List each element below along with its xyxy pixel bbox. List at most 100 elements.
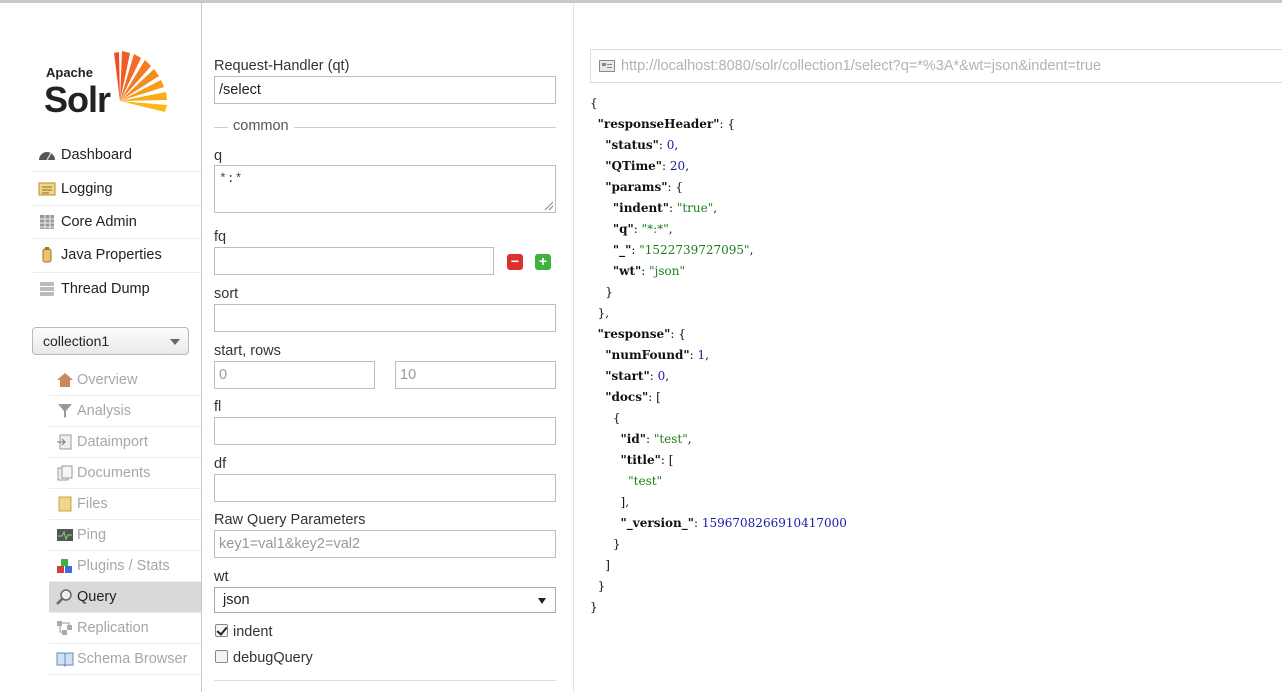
json-key: "indent": [612, 201, 669, 215]
json-string: "*:*": [641, 222, 669, 236]
json-punct: [590, 474, 628, 488]
start-input[interactable]: 0: [214, 361, 375, 389]
raw-params-input[interactable]: key1=val1&key2=val2: [214, 530, 556, 558]
core-menu-item-replication[interactable]: Replication: [49, 613, 201, 644]
thread-dump-icon: [38, 281, 56, 297]
json-punct: [590, 201, 613, 215]
df-label: df: [214, 456, 227, 472]
query-form: Request-Handler (qt) common q *:* fq − +…: [202, 3, 574, 692]
q-textarea[interactable]: *:*: [214, 165, 556, 213]
json-line: "params": {: [590, 177, 847, 198]
core-menu-item-plugins-stats[interactable]: Plugins / Stats: [49, 551, 201, 582]
fl-input[interactable]: [214, 417, 556, 445]
indent-checkbox[interactable]: [215, 624, 228, 637]
json-punct: :: [649, 369, 658, 383]
menu-item-core-admin[interactable]: Core Admin: [32, 206, 201, 240]
json-line: "wt": "json": [590, 261, 847, 282]
json-key: "wt": [612, 264, 642, 278]
core-menu-item-dataimport[interactable]: Dataimport: [49, 427, 201, 458]
json-punct: [590, 264, 613, 278]
json-string: "test": [628, 474, 663, 488]
json-punct: }: [590, 537, 621, 551]
wt-select[interactable]: json: [214, 587, 556, 613]
sort-input[interactable]: [214, 304, 556, 332]
core-menu-label: Schema Browser: [77, 651, 188, 667]
json-punct: :: [662, 159, 670, 173]
java-icon: [38, 247, 56, 263]
json-punct: :: [658, 138, 667, 152]
json-key: "response": [597, 327, 671, 341]
menu-item-logging[interactable]: Logging: [32, 172, 201, 206]
core-menu-item-analysis[interactable]: Analysis: [49, 396, 201, 427]
json-punct: :: [694, 516, 702, 530]
json-key: "start": [605, 369, 650, 383]
menu-item-java-properties[interactable]: Java Properties: [32, 239, 201, 273]
json-punct: :: [645, 432, 654, 446]
json-punct: [590, 180, 605, 194]
q-value: *:*: [219, 171, 243, 186]
start-rows-label: start, rows: [214, 343, 281, 359]
df-input[interactable]: [214, 474, 556, 502]
request-url-link[interactable]: http://localhost:8080/solr/collection1/s…: [590, 49, 1282, 83]
remove-fq-button[interactable]: −: [507, 254, 523, 270]
dashboard-icon: [38, 147, 56, 163]
json-punct: [590, 327, 598, 341]
json-punct: :: [633, 222, 642, 236]
json-punct: [590, 453, 621, 467]
json-punct: ,: [713, 201, 718, 215]
json-line: "start": 0,: [590, 366, 847, 387]
json-punct: : {: [670, 327, 686, 341]
funnel-icon: [56, 403, 74, 419]
json-punct: : [: [660, 453, 674, 467]
solr-logo[interactable]: Apache Solr: [44, 47, 184, 127]
json-punct: }: [590, 285, 613, 299]
documents-icon: [56, 465, 74, 481]
core-menu-item-documents[interactable]: Documents: [49, 458, 201, 489]
core-menu-item-schema-browser[interactable]: Schema Browser: [49, 644, 201, 675]
json-punct: [590, 369, 605, 383]
json-line: "docs": [: [590, 387, 847, 408]
core-menu-item-query[interactable]: Query: [49, 582, 201, 613]
core-menu-label: Replication: [77, 620, 149, 636]
core-menu-label: Analysis: [77, 403, 131, 419]
logging-icon: [38, 181, 56, 197]
menu-item-thread-dump[interactable]: Thread Dump: [32, 273, 201, 306]
folder-icon: [56, 496, 74, 512]
schema-icon: [56, 651, 74, 667]
json-string: "json": [649, 264, 686, 278]
add-fq-button[interactable]: +: [535, 254, 551, 270]
chevron-down-icon: [170, 339, 180, 345]
json-punct: [590, 390, 605, 404]
core-menu-item-overview[interactable]: Overview: [49, 365, 201, 396]
core-menu-item-ping[interactable]: Ping: [49, 520, 201, 551]
resize-grip-icon[interactable]: [545, 202, 553, 210]
json-key: "docs": [605, 390, 649, 404]
json-key: "_": [612, 243, 632, 257]
json-line: {: [590, 93, 847, 114]
common-legend-text: common: [228, 118, 294, 134]
core-selector[interactable]: collection1: [32, 327, 189, 355]
debug-query-checkbox[interactable]: [215, 650, 228, 663]
json-line: "_": "1522739727095",: [590, 240, 847, 261]
json-punct: [590, 243, 613, 257]
qt-input[interactable]: [214, 76, 556, 104]
json-line: "id": "test",: [590, 429, 847, 450]
indent-label: indent: [233, 624, 273, 640]
sort-label: sort: [214, 286, 239, 302]
rows-input[interactable]: 10: [395, 361, 556, 389]
json-punct: ,: [685, 159, 690, 173]
fq-input[interactable]: [214, 247, 494, 275]
json-punct: : {: [667, 180, 684, 194]
menu-item-dashboard[interactable]: Dashboard: [32, 139, 201, 173]
core-menu-item-files[interactable]: Files: [49, 489, 201, 520]
json-punct: ],: [590, 495, 630, 509]
json-punct: {: [590, 411, 621, 425]
json-line: {: [590, 408, 847, 429]
json-punct: : {: [719, 117, 735, 131]
json-punct: [590, 117, 598, 131]
main-menu: Dashboard Logging Core Admin Java Proper…: [32, 139, 201, 306]
menu-item-label: Java Properties: [61, 247, 162, 264]
json-punct: [590, 432, 621, 446]
response-json: { "responseHeader": { "status": 0, "QTim…: [590, 93, 847, 618]
json-punct: [590, 222, 613, 236]
